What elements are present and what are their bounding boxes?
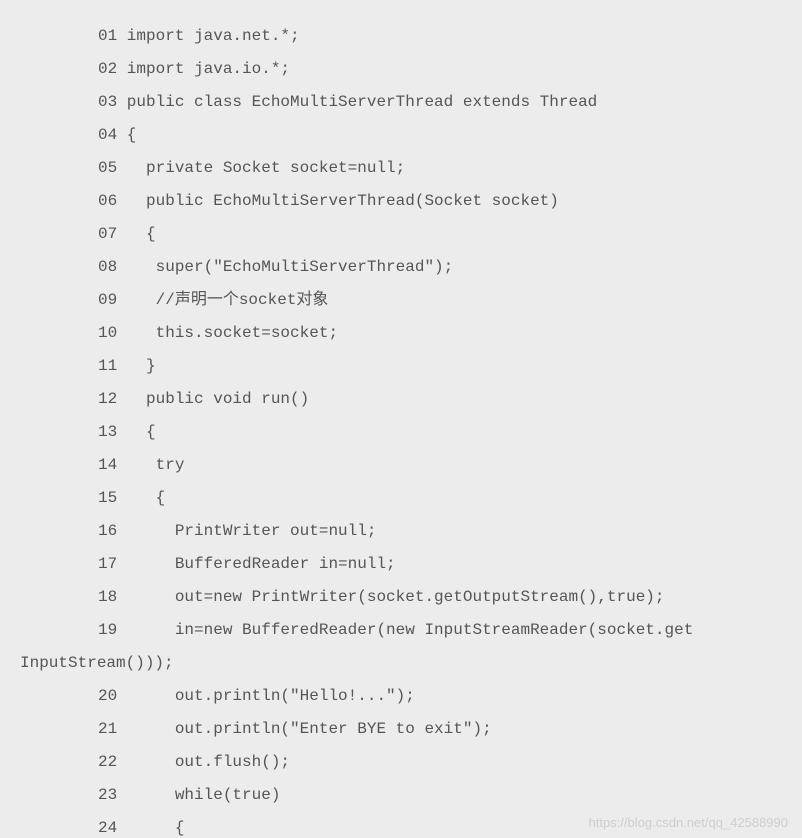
code-line: 01 import java.net.*; bbox=[0, 20, 802, 53]
code-line: 12 public void run() bbox=[0, 383, 802, 416]
code-line: 15 { bbox=[0, 482, 802, 515]
code-line: 10 this.socket=socket; bbox=[0, 317, 802, 350]
code-block: 01 import java.net.*;02 import java.io.*… bbox=[0, 0, 802, 838]
code-line: 02 import java.io.*; bbox=[0, 53, 802, 86]
code-line: 22 out.flush(); bbox=[0, 746, 802, 779]
code-line: 18 out=new PrintWriter(socket.getOutputS… bbox=[0, 581, 802, 614]
code-line: 23 while(true) bbox=[0, 779, 802, 812]
code-line: 03 public class EchoMultiServerThread ex… bbox=[0, 86, 802, 119]
code-line: 20 out.println("Hello!..."); bbox=[0, 680, 802, 713]
code-line: 19 in=new BufferedReader(new InputStream… bbox=[0, 614, 802, 647]
code-line: 21 out.println("Enter BYE to exit"); bbox=[0, 713, 802, 746]
code-line: 14 try bbox=[0, 449, 802, 482]
code-line: 17 BufferedReader in=null; bbox=[0, 548, 802, 581]
code-line: 07 { bbox=[0, 218, 802, 251]
code-line: 11 } bbox=[0, 350, 802, 383]
watermark-text: https://blog.csdn.net/qq_42588990 bbox=[589, 815, 789, 830]
code-line: 04 { bbox=[0, 119, 802, 152]
code-line: 13 { bbox=[0, 416, 802, 449]
code-line: 16 PrintWriter out=null; bbox=[0, 515, 802, 548]
code-line: 05 private Socket socket=null; bbox=[0, 152, 802, 185]
code-line: 08 super("EchoMultiServerThread"); bbox=[0, 251, 802, 284]
code-line: 06 public EchoMultiServerThread(Socket s… bbox=[0, 185, 802, 218]
code-line: InputStream())); bbox=[0, 647, 802, 680]
code-line: 09 //声明一个socket对象 bbox=[0, 284, 802, 317]
